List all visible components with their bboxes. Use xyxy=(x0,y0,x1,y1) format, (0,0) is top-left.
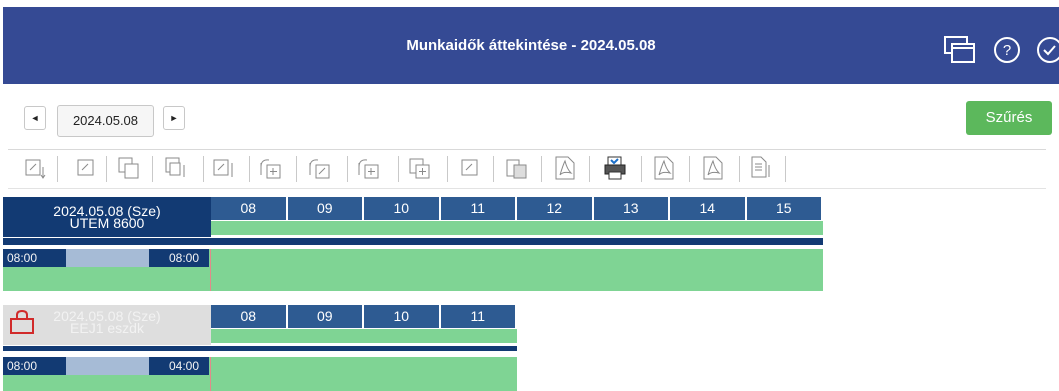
svg-text:?: ? xyxy=(1003,42,1011,59)
toolbar-separator xyxy=(785,156,786,182)
swap-add-tool[interactable] xyxy=(356,155,380,181)
copy-edit-tool[interactable] xyxy=(164,155,188,181)
hour-cell: 13 xyxy=(593,197,670,220)
toolbar-separator xyxy=(739,156,740,182)
windows-icon[interactable] xyxy=(943,35,977,65)
chevron-left-icon: ◄ xyxy=(30,113,40,123)
prev-date-button[interactable]: ◄ xyxy=(24,106,46,130)
add-forward-tool[interactable] xyxy=(258,155,282,181)
hour-row: 08 09 10 11 xyxy=(211,305,517,328)
pdf-tool[interactable] xyxy=(553,155,577,181)
toolbar-separator xyxy=(152,156,153,182)
next-date-button[interactable]: ► xyxy=(163,106,185,130)
timeline-area[interactable] xyxy=(211,357,517,391)
edit-down-tool[interactable] xyxy=(24,155,48,181)
day-header[interactable]: 2024.05.08 (Sze) UTEM 8600 xyxy=(3,197,211,237)
hour-cell: 08 xyxy=(211,305,288,328)
timeline-bar xyxy=(211,329,517,343)
document-tool[interactable] xyxy=(749,155,773,181)
hour-cell: 11 xyxy=(440,197,517,220)
start-time: 08:00 xyxy=(3,357,66,375)
day-name: UTEM 8600 xyxy=(69,215,145,231)
hour-cell: 12 xyxy=(517,197,594,220)
start-time: 08:00 xyxy=(3,249,66,267)
header-bar: Munkaidők áttekintése - 2024.05.08 ? xyxy=(3,7,1059,84)
toolbar-separator xyxy=(347,156,348,182)
toolbar-separator xyxy=(641,156,642,182)
timeline-area[interactable] xyxy=(211,249,823,291)
hour-cell: 10 xyxy=(364,197,441,220)
hour-cell: 15 xyxy=(746,197,823,220)
toolbar-separator xyxy=(249,156,250,182)
duration-time: 04:00 xyxy=(149,357,209,375)
edit-pencil-tool[interactable] xyxy=(212,155,236,181)
toolbar-separator xyxy=(541,156,542,182)
add-tool[interactable] xyxy=(408,155,432,181)
hour-cell: 08 xyxy=(211,197,288,220)
hour-cell: 10 xyxy=(364,305,441,328)
chevron-right-icon: ► xyxy=(169,113,179,123)
toolbar-separator xyxy=(689,156,690,182)
clipboard-tool[interactable] xyxy=(505,155,529,181)
print-tool[interactable] xyxy=(603,155,627,181)
toolbar-separator xyxy=(106,156,107,182)
copy-tool[interactable] xyxy=(117,155,141,181)
time-progress xyxy=(66,249,149,267)
hour-cell: 11 xyxy=(440,305,517,328)
time-progress xyxy=(66,357,149,375)
hour-cell: 14 xyxy=(670,197,747,220)
hour-cell: 09 xyxy=(287,305,364,328)
toolbar-separator xyxy=(493,156,494,182)
edit-tool[interactable] xyxy=(75,155,99,181)
lock-icon xyxy=(10,309,34,334)
divider xyxy=(8,149,1046,150)
toolbar-separator xyxy=(447,156,448,182)
duration-time: 08:00 xyxy=(149,249,209,267)
hour-cell: 09 xyxy=(287,197,364,220)
toolbar-separator xyxy=(296,156,297,182)
pdf3-tool[interactable] xyxy=(701,155,725,181)
page-title: Munkaidők áttekintése - 2024.05.08 xyxy=(406,37,656,54)
toolbar-separator xyxy=(589,156,590,182)
toolbar-separator xyxy=(57,156,58,182)
toolbar-separator xyxy=(398,156,399,182)
edit-small-tool[interactable] xyxy=(459,155,483,181)
toolbar-separator xyxy=(203,156,204,182)
help-icon[interactable]: ? xyxy=(992,35,1022,65)
timeline-bar xyxy=(211,221,823,235)
pdf2-tool[interactable] xyxy=(652,155,676,181)
separator-bar xyxy=(3,238,823,245)
separator-bar xyxy=(3,346,517,351)
divider xyxy=(8,188,1046,189)
date-field[interactable]: 2024.05.08 xyxy=(57,105,154,137)
check-icon[interactable] xyxy=(1034,35,1059,65)
filter-button[interactable]: Szűrés xyxy=(966,101,1052,135)
hour-row: 08 09 10 11 12 13 14 15 xyxy=(211,197,823,220)
swap-tool[interactable] xyxy=(307,155,331,181)
